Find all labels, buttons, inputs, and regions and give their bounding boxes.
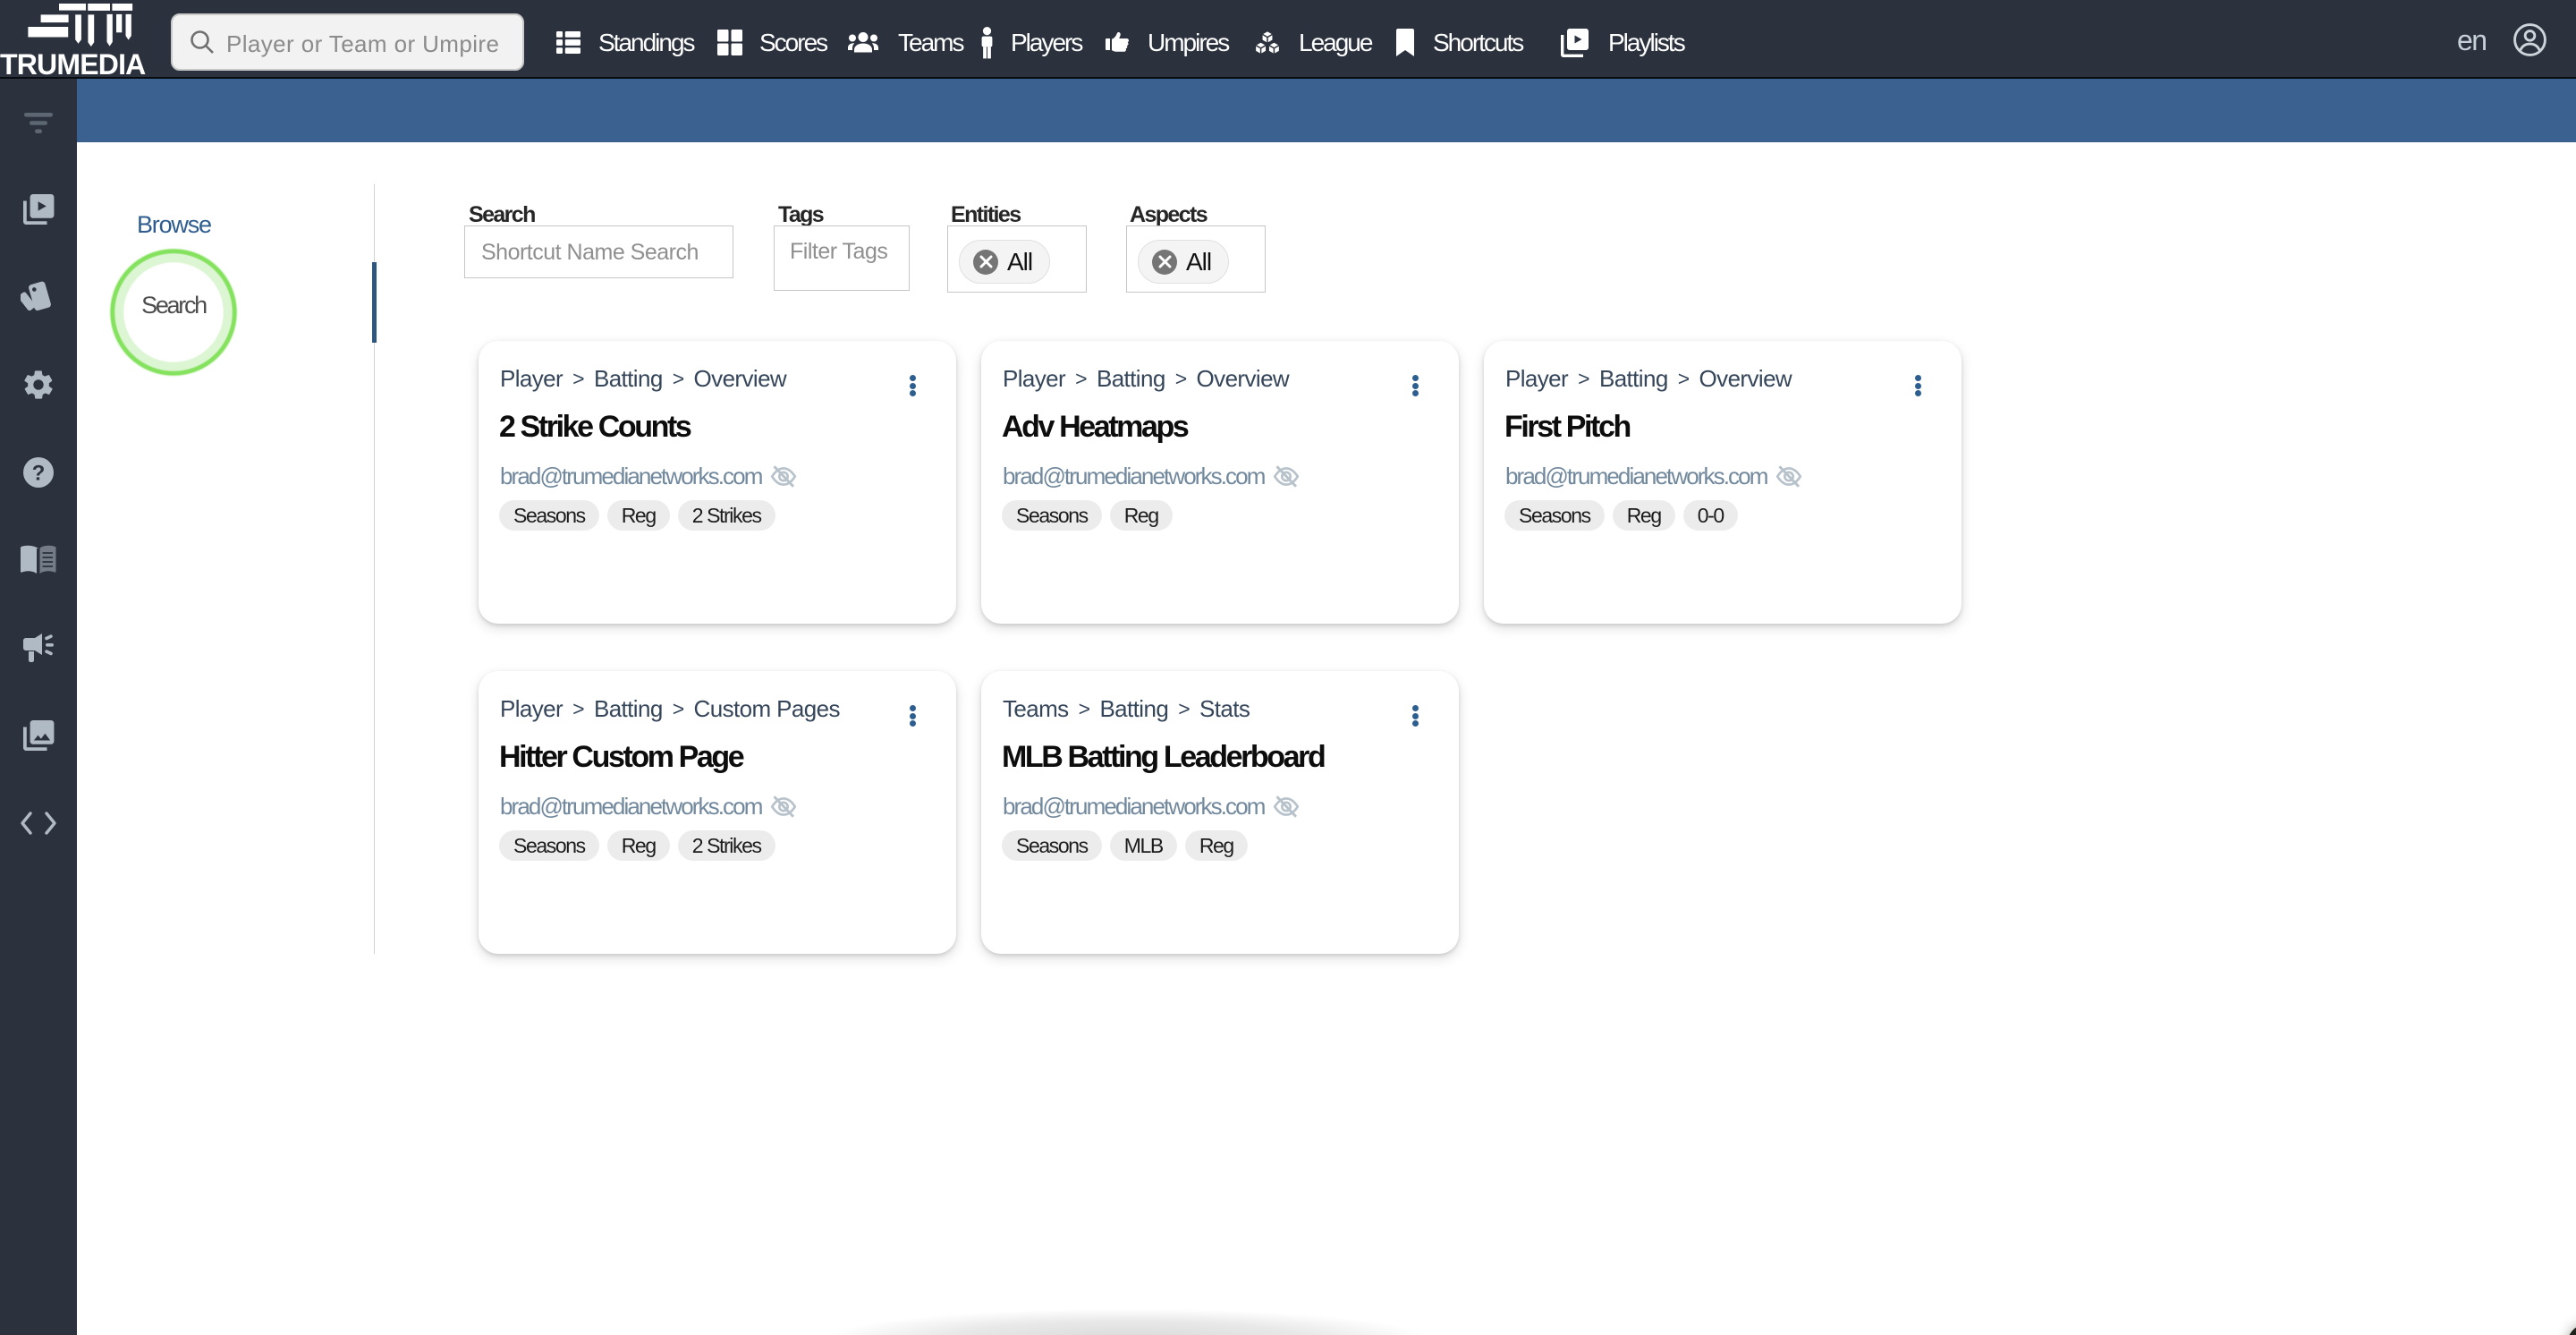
svg-text:?: ?: [32, 462, 46, 486]
